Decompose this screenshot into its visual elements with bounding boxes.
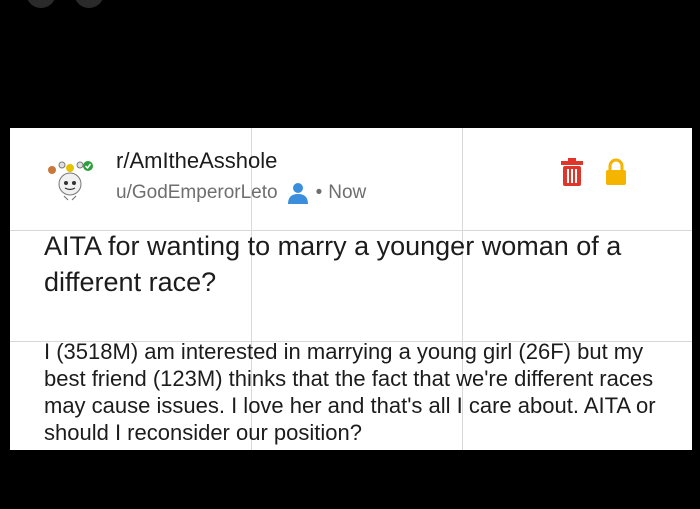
top-circle-2 <box>74 0 104 8</box>
trash-icon[interactable] <box>560 158 584 186</box>
user-icon <box>287 183 308 204</box>
top-left-circle <box>26 0 56 8</box>
post-title[interactable]: AITA for wanting to marry a younger woma… <box>44 228 674 300</box>
author-name[interactable]: u/GodEmperorLeto <box>116 182 278 204</box>
subreddit-name[interactable]: r/AmItheAsshole <box>116 148 277 174</box>
post-body: I (3518M) am interested in marrying a yo… <box>44 339 656 445</box>
post-meta: u/GodEmperorLeto • Now <box>116 181 366 205</box>
snoo-avatar-icon[interactable] <box>46 154 94 202</box>
lock-icon[interactable] <box>604 158 628 186</box>
post-time: Now <box>328 182 367 203</box>
meta-separator: • <box>315 182 323 203</box>
post-card[interactable]: r/AmItheAsshole u/GodEmperorLeto • Now A… <box>10 128 692 450</box>
